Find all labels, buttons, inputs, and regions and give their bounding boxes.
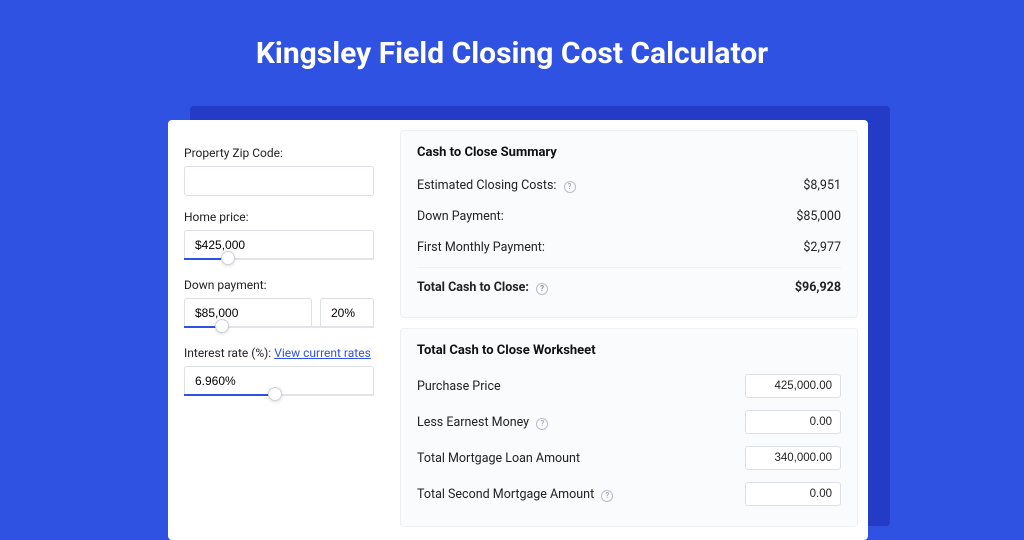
- help-icon[interactable]: ?: [536, 418, 548, 430]
- summary-total-value: $96,928: [795, 280, 841, 295]
- help-icon[interactable]: ?: [564, 181, 576, 193]
- worksheet-row-label: Purchase Price: [417, 379, 501, 394]
- help-icon[interactable]: ?: [601, 490, 613, 502]
- home-price-field: Home price:: [184, 210, 374, 264]
- slider-thumb[interactable]: [221, 251, 235, 265]
- worksheet-row-label: Less Earnest Money ?: [417, 415, 548, 430]
- interest-rate-label-text: Interest rate (%):: [184, 346, 271, 360]
- down-payment-slider[interactable]: [184, 322, 374, 332]
- worksheet-row-label: Total Second Mortgage Amount ?: [417, 487, 613, 502]
- summary-row-label: First Monthly Payment:: [417, 240, 545, 255]
- summary-total-label: Total Cash to Close: ?: [417, 280, 548, 295]
- worksheet-row-input[interactable]: [745, 410, 841, 434]
- worksheet-panel: Total Cash to Close Worksheet Purchase P…: [400, 328, 858, 527]
- summary-row-label-text: Estimated Closing Costs:: [417, 178, 556, 193]
- worksheet-row-label-text: Total Second Mortgage Amount: [417, 487, 594, 502]
- interest-rate-field: Interest rate (%): View current rates: [184, 346, 374, 400]
- summary-row-label: Down Payment:: [417, 209, 504, 224]
- summary-total-label-text: Total Cash to Close:: [417, 280, 529, 295]
- worksheet-row: Less Earnest Money ?: [417, 404, 841, 440]
- summary-row-value: $2,977: [803, 240, 841, 255]
- calculator-card: Property Zip Code: Home price: Down paym…: [168, 120, 868, 540]
- help-icon[interactable]: ?: [536, 283, 548, 295]
- inputs-sidebar: Property Zip Code: Home price: Down paym…: [168, 120, 390, 540]
- worksheet-row-input[interactable]: [745, 446, 841, 470]
- interest-rate-label: Interest rate (%): View current rates: [184, 346, 374, 360]
- worksheet-row: Total Mortgage Loan Amount: [417, 440, 841, 476]
- worksheet-row-input[interactable]: [745, 482, 841, 506]
- summary-row-value: $8,951: [803, 178, 841, 193]
- zip-label: Property Zip Code:: [184, 146, 374, 160]
- summary-row: Down Payment: $85,000: [417, 201, 841, 232]
- down-payment-label: Down payment:: [184, 278, 374, 292]
- worksheet-row: Total Second Mortgage Amount ?: [417, 476, 841, 512]
- zip-field: Property Zip Code:: [184, 146, 374, 196]
- worksheet-row-label-text: Less Earnest Money: [417, 415, 529, 430]
- interest-rate-slider[interactable]: [184, 390, 374, 400]
- zip-input[interactable]: [184, 166, 374, 196]
- worksheet-heading: Total Cash to Close Worksheet: [417, 343, 841, 358]
- summary-row: First Monthly Payment: $2,977: [417, 232, 841, 263]
- summary-row-value: $85,000: [796, 209, 841, 224]
- page-title: Kingsley Field Closing Cost Calculator: [0, 0, 1024, 93]
- worksheet-row-input[interactable]: [745, 374, 841, 398]
- slider-thumb[interactable]: [268, 387, 282, 401]
- worksheet-row: Purchase Price: [417, 368, 841, 404]
- worksheet-row-label: Total Mortgage Loan Amount: [417, 451, 580, 466]
- summary-row-label: Estimated Closing Costs: ?: [417, 178, 576, 193]
- down-payment-field: Down payment:: [184, 278, 374, 332]
- slider-fill: [184, 394, 275, 396]
- summary-row: Estimated Closing Costs: ? $8,951: [417, 170, 841, 201]
- slider-thumb[interactable]: [215, 319, 229, 333]
- summary-total-row: Total Cash to Close: ? $96,928: [417, 267, 841, 303]
- view-rates-link[interactable]: View current rates: [274, 346, 371, 360]
- home-price-slider[interactable]: [184, 254, 374, 264]
- summary-panel: Cash to Close Summary Estimated Closing …: [400, 130, 858, 318]
- home-price-label: Home price:: [184, 210, 374, 224]
- results-main: Cash to Close Summary Estimated Closing …: [390, 120, 868, 540]
- summary-heading: Cash to Close Summary: [417, 145, 841, 160]
